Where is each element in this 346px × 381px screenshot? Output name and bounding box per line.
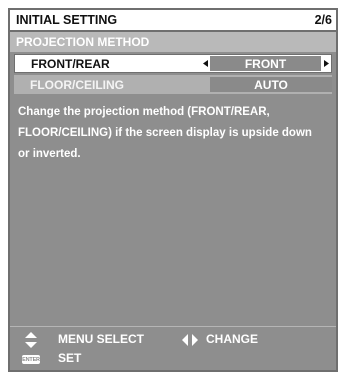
description-text: Change the projection method (FRONT/REAR… — [10, 94, 336, 165]
setting-value-front-rear: FRONT — [210, 56, 321, 71]
menu-select-label: MENU SELECT — [58, 332, 145, 346]
setting-value-floor-ceiling: AUTO — [210, 77, 332, 92]
value-selector-floor-ceiling[interactable]: AUTO — [210, 77, 332, 92]
right-triangle-icon[interactable] — [321, 56, 331, 71]
setting-row-floor-ceiling[interactable]: FLOOR/CEILING AUTO — [14, 75, 332, 94]
section-title: PROJECTION METHOD — [16, 35, 150, 49]
value-selector-front-rear[interactable]: FRONT — [200, 56, 331, 71]
menu-footer: MENU SELECT CHANGE ENTER SET — [10, 326, 336, 370]
set-label: SET — [58, 351, 82, 365]
menu-header: INITIAL SETTING 2/6 — [10, 10, 336, 32]
description-line: or inverted. — [18, 148, 81, 160]
setting-label-floor-ceiling: FLOOR/CEILING — [30, 77, 124, 92]
menu-title: INITIAL SETTING — [16, 13, 118, 27]
enter-key-icon: ENTER — [22, 355, 40, 364]
change-label: CHANGE — [206, 332, 259, 346]
description-line: Change the projection method (FRONT/REAR… — [18, 106, 270, 118]
section-header: PROJECTION METHOD — [10, 32, 336, 52]
setting-row-front-rear[interactable]: FRONT/REAR FRONT — [14, 54, 332, 73]
page-indicator: 2/6 — [314, 13, 332, 27]
up-down-arrows-icon — [24, 331, 38, 349]
description-line: FLOOR/CEILING) if the screen display is … — [18, 127, 312, 139]
left-triangle-icon[interactable] — [200, 56, 210, 71]
osd-menu-panel: INITIAL SETTING 2/6 PROJECTION METHOD FR… — [8, 8, 338, 372]
left-right-arrows-icon — [181, 331, 199, 349]
setting-label-front-rear: FRONT/REAR — [31, 56, 110, 71]
